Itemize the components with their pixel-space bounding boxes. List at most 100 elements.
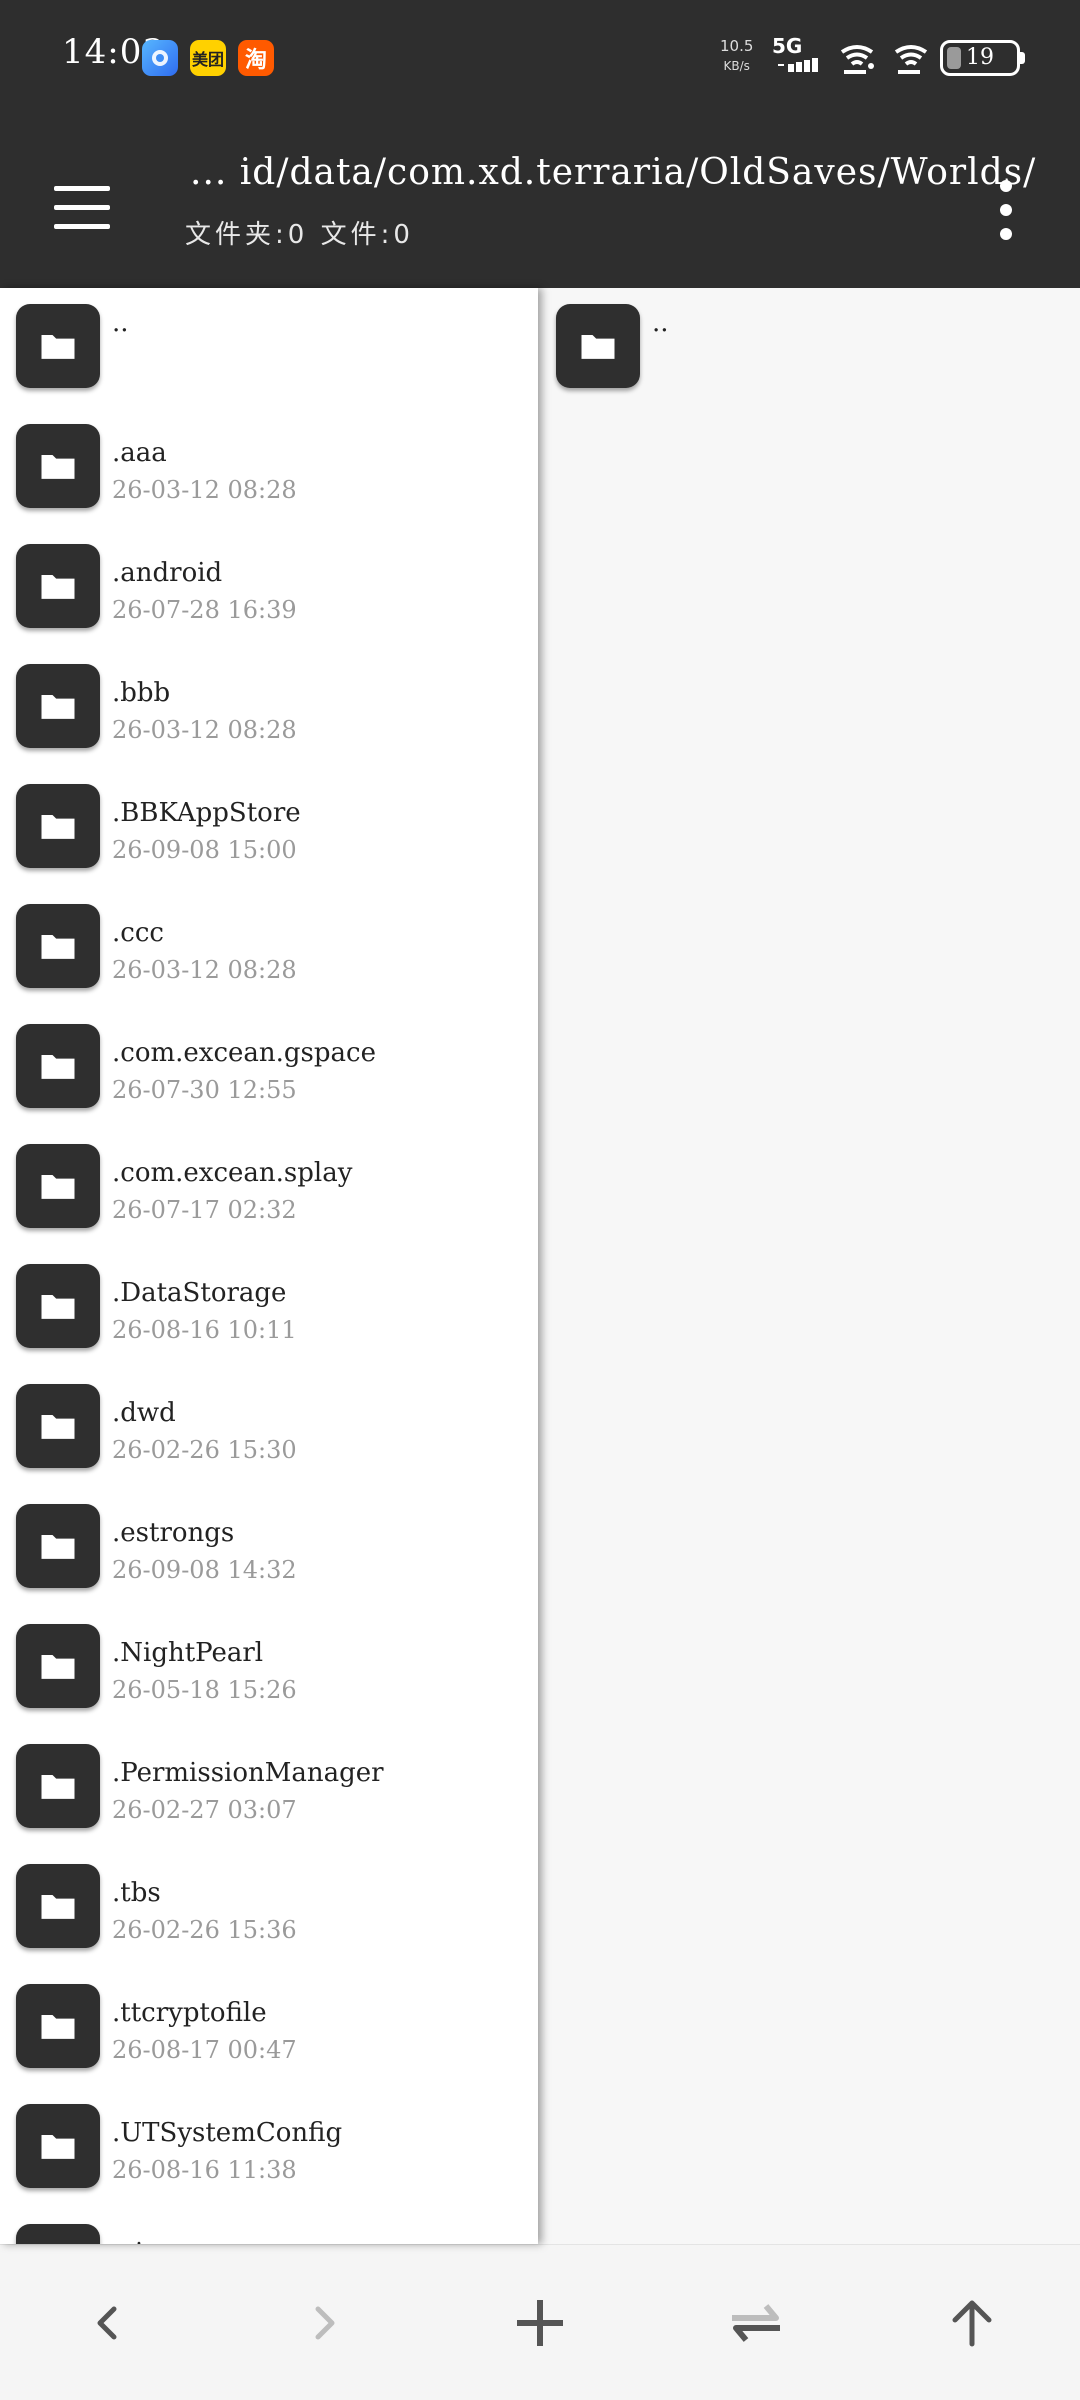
list-item-parent[interactable]: .. (0, 288, 538, 408)
folder-icon (16, 664, 100, 748)
file-name: .tbs (112, 1878, 161, 1908)
right-pane[interactable]: .. (540, 288, 1080, 2244)
folder-icon (16, 1144, 100, 1228)
folder-icon (16, 784, 100, 868)
network-type: 5G (772, 34, 803, 58)
add-button[interactable] (490, 2273, 590, 2373)
file-name: .ttcryptofile (112, 1998, 267, 2028)
net-speed-unit: KB/s (723, 59, 750, 73)
swap-icon (732, 2304, 780, 2342)
file-name: .vivo (112, 2238, 174, 2244)
more-options-button[interactable] (986, 170, 1026, 250)
list-item[interactable]: .BBKAppStore 26-09-08 15:00 (0, 768, 538, 888)
folder-icon (16, 544, 100, 628)
menu-button[interactable] (40, 168, 130, 248)
up-arrow-icon (952, 2300, 992, 2347)
folder-icon (16, 1744, 100, 1828)
file-date: 26-08-17 00:47 (112, 2036, 297, 2064)
item-counts: 文件夹:0 文件:0 (185, 220, 414, 250)
more-vert-icon-dot (1000, 204, 1012, 216)
file-date: 26-08-16 10:11 (112, 1316, 297, 1344)
wifi-signal-icon (840, 45, 874, 74)
meituan-app-icon: 美团 (190, 40, 226, 76)
list-item[interactable]: .dwd 26-02-26 15:30 (0, 1368, 538, 1488)
file-date: 26-08-16 11:38 (112, 2156, 297, 2184)
list-item[interactable]: .PermissionManager 26-02-27 03:07 (0, 1728, 538, 1848)
taobao-app-icon: 淘 (238, 40, 274, 76)
file-date: 26-02-26 15:30 (112, 1436, 297, 1464)
back-button[interactable] (58, 2273, 158, 2373)
file-name: .DataStorage (112, 1278, 287, 1308)
list-item[interactable]: .ccc 26-03-12 08:28 (0, 888, 538, 1008)
file-date: 26-07-30 12:55 (112, 1076, 297, 1104)
list-item[interactable]: .NightPearl 26-05-18 15:26 (0, 1608, 538, 1728)
forward-arrow-icon (315, 2306, 335, 2340)
file-name: .BBKAppStore (112, 798, 301, 828)
file-name: .aaa (112, 438, 167, 468)
app-bar: ... id/data/com.xd.terraria/OldSaves/Wor… (0, 110, 1080, 288)
folder-icon (16, 2224, 100, 2244)
folder-icon (16, 1024, 100, 1108)
list-item[interactable]: .aaa 26-03-12 08:28 (0, 408, 538, 528)
folder-icon (16, 304, 100, 388)
net-speed-value: 10.5 (720, 37, 754, 55)
file-name: .android (112, 558, 223, 588)
file-name: .bbb (112, 678, 171, 708)
folder-icon (16, 1864, 100, 1948)
file-name: .NightPearl (112, 1638, 264, 1668)
swap-panes-button[interactable] (706, 2273, 806, 2373)
file-manager-screen: 14:03 美团 淘 10.5 KB/s 5G 19 ... id/data/c… (0, 0, 1080, 2400)
battery-nub (1020, 52, 1025, 64)
list-item[interactable]: .tbs 26-02-26 15:36 (0, 1848, 538, 1968)
menu-icon-bar (54, 224, 110, 229)
bottom-toolbar (0, 2244, 1080, 2400)
wifi-signal-icon-2 (894, 45, 928, 74)
file-date: 26-07-17 02:32 (112, 1196, 297, 1224)
file-name: .. (112, 308, 129, 338)
file-date: 26-02-26 15:36 (112, 1916, 297, 1944)
list-item[interactable]: .DataStorage 26-08-16 10:11 (0, 1248, 538, 1368)
file-date: 26-03-12 08:28 (112, 476, 297, 504)
more-vert-icon (1000, 180, 1012, 192)
folder-icon (16, 904, 100, 988)
file-name: .ccc (112, 918, 164, 948)
folder-icon (16, 1504, 100, 1588)
list-item[interactable]: .com.excean.gspace 26-07-30 12:55 (0, 1008, 538, 1128)
browser-app-icon (142, 40, 178, 76)
file-date: 26-03-12 08:28 (112, 956, 297, 984)
file-date: 26-03-12 08:28 (112, 716, 297, 744)
forward-button[interactable] (274, 2273, 374, 2373)
file-name: .com.excean.splay (112, 1158, 353, 1188)
file-date: 26-05-18 15:26 (112, 1676, 297, 1704)
file-name: .dwd (112, 1398, 176, 1428)
list-item[interactable]: .UTSystemConfig 26-08-16 11:38 (0, 2088, 538, 2208)
list-item[interactable]: .bbb 26-03-12 08:28 (0, 648, 538, 768)
list-item[interactable]: .ttcryptofile 26-08-17 00:47 (0, 1968, 538, 2088)
signal-bars-icon (778, 58, 818, 72)
up-directory-button[interactable] (922, 2273, 1022, 2373)
battery-icon: 19 (940, 40, 1025, 76)
folder-icon (16, 1624, 100, 1708)
folder-icon (16, 1384, 100, 1468)
more-vert-icon-dot (1000, 228, 1012, 240)
file-name: .. (652, 308, 669, 338)
menu-icon-bar (54, 205, 110, 210)
file-date: 26-09-08 15:00 (112, 836, 297, 864)
list-item[interactable]: .com.excean.splay 26-07-17 02:32 (0, 1128, 538, 1248)
file-name: .PermissionManager (112, 1758, 384, 1788)
battery-percent: 19 (966, 45, 994, 70)
back-arrow-icon (97, 2306, 117, 2340)
list-item-parent[interactable]: .. (540, 288, 1080, 408)
current-path[interactable]: ... id/data/com.xd.terraria/OldSaves/Wor… (190, 152, 1036, 193)
folder-icon (556, 304, 640, 388)
menu-icon (54, 186, 110, 191)
folder-icon (16, 424, 100, 508)
file-name: .UTSystemConfig (112, 2118, 343, 2148)
folder-icon (16, 1984, 100, 2068)
list-item[interactable]: .android 26-07-28 16:39 (0, 528, 538, 648)
left-pane[interactable]: .. .aaa 26-03-12 08:28 .android 26-07-28 16… (0, 288, 538, 2244)
list-item[interactable]: .estrongs 26-09-08 14:32 (0, 1488, 538, 1608)
status-bar: 14:03 美团 淘 10.5 KB/s 5G 19 (0, 0, 1080, 110)
file-date: 26-09-08 14:32 (112, 1556, 297, 1584)
list-item[interactable]: .vivo (0, 2208, 538, 2244)
